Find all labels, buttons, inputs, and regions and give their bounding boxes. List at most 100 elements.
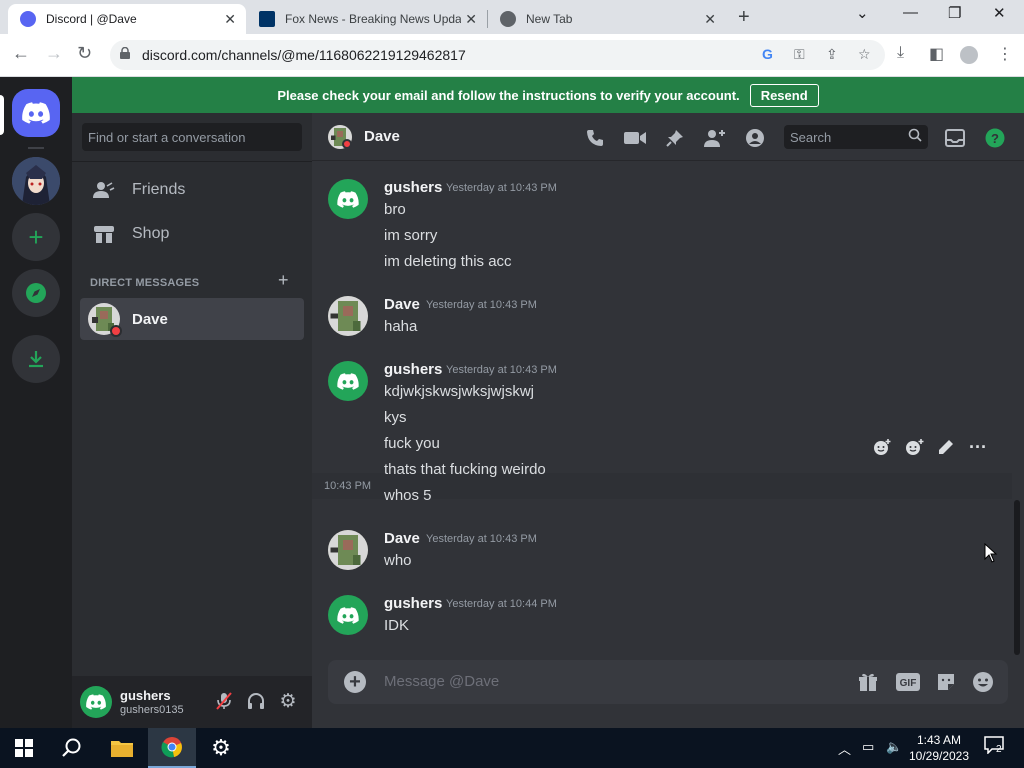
direct-messages-home-button[interactable] bbox=[12, 89, 60, 137]
video-call-icon[interactable] bbox=[624, 127, 646, 149]
close-tab-icon[interactable]: ✕ bbox=[465, 11, 477, 28]
chat-title: Dave bbox=[364, 128, 400, 145]
chrome-menu-icon[interactable]: ⋮ bbox=[997, 44, 1013, 64]
volume-muted-icon[interactable]: 🔈 bbox=[886, 739, 902, 755]
message-author[interactable]: gushers bbox=[384, 361, 442, 378]
explore-servers-button[interactable] bbox=[12, 269, 60, 317]
server-separator bbox=[28, 147, 44, 149]
gif-icon[interactable]: GIF bbox=[896, 670, 920, 694]
message-text: bro bbox=[384, 201, 406, 218]
lock-icon bbox=[120, 47, 130, 59]
add-friends-to-dm-icon[interactable] bbox=[704, 127, 726, 149]
pinned-messages-icon[interactable] bbox=[664, 127, 686, 149]
message-author[interactable]: gushers bbox=[384, 179, 442, 196]
user-profile-icon[interactable] bbox=[744, 127, 766, 149]
svg-text:GIF: GIF bbox=[900, 678, 917, 689]
message-author[interactable]: Dave bbox=[384, 530, 420, 547]
headphones-icon[interactable] bbox=[246, 691, 266, 711]
download-apps-button[interactable] bbox=[12, 335, 60, 383]
add-reaction-icon[interactable] bbox=[898, 434, 930, 460]
avatar bbox=[88, 303, 122, 337]
network-icon[interactable]: ▭ bbox=[862, 739, 874, 755]
side-panel-icon[interactable]: ◧ bbox=[929, 44, 944, 64]
do-not-disturb-status-icon bbox=[342, 139, 352, 149]
find-conversation-button[interactable]: Find or start a conversation bbox=[82, 123, 302, 151]
search-icon bbox=[62, 738, 81, 757]
discord-logo-icon bbox=[22, 102, 50, 124]
add-super-reaction-icon[interactable] bbox=[866, 434, 898, 460]
search-input[interactable]: Search bbox=[784, 125, 928, 149]
sidebar-item-friends[interactable]: Friends bbox=[80, 169, 304, 211]
taskbar-search-button[interactable] bbox=[48, 728, 96, 768]
avatar[interactable] bbox=[328, 179, 368, 219]
sticker-icon[interactable] bbox=[934, 670, 958, 694]
message-author[interactable]: gushers bbox=[384, 595, 442, 612]
anime-character-icon bbox=[12, 157, 60, 205]
start-button[interactable] bbox=[0, 728, 48, 768]
notification-count: 2 bbox=[996, 744, 1002, 755]
help-icon[interactable]: ? bbox=[984, 127, 1006, 149]
more-options-icon[interactable]: ··· bbox=[962, 434, 994, 460]
message-text: haha bbox=[384, 318, 418, 335]
edit-pencil-icon[interactable] bbox=[930, 434, 962, 460]
add-server-button[interactable]: + bbox=[12, 213, 60, 261]
chrome-taskbar-button[interactable] bbox=[148, 728, 196, 768]
tab-discord[interactable]: Discord | @Dave ✕ bbox=[8, 4, 246, 34]
system-clock[interactable]: 1:43 AM 10/29/2023 bbox=[908, 732, 970, 764]
sidebar-item-shop[interactable]: Shop bbox=[80, 213, 304, 255]
avatar[interactable] bbox=[328, 530, 368, 570]
minimize-icon[interactable]: — bbox=[903, 4, 918, 21]
avatar[interactable] bbox=[328, 595, 368, 635]
server-anime-avatar[interactable] bbox=[12, 157, 60, 205]
google-icon[interactable]: G bbox=[762, 46, 773, 62]
tab-new-tab[interactable]: New Tab ✕ bbox=[488, 4, 726, 34]
discord-logo-icon bbox=[337, 606, 359, 624]
message-input-placeholder[interactable]: Message @Dave bbox=[384, 673, 499, 690]
chat-header: Dave Search ? bbox=[312, 113, 1024, 161]
profile-avatar-icon[interactable] bbox=[960, 46, 978, 64]
download-icon[interactable]: ⤓ bbox=[897, 44, 904, 62]
inbox-icon[interactable] bbox=[944, 127, 966, 149]
dm-item-dave[interactable]: Dave bbox=[80, 298, 304, 340]
resend-button[interactable]: Resend bbox=[749, 83, 819, 107]
avatar[interactable] bbox=[328, 361, 368, 401]
close-tab-icon[interactable]: ✕ bbox=[224, 11, 236, 28]
key-icon[interactable]: ⚿ bbox=[794, 46, 805, 63]
user-settings-gear-icon[interactable]: ⚙ bbox=[278, 691, 298, 712]
close-tab-icon[interactable]: ✕ bbox=[704, 11, 716, 28]
emoji-icon[interactable] bbox=[971, 670, 995, 694]
back-icon[interactable]: ← bbox=[12, 43, 30, 64]
bookmark-star-icon[interactable]: ☆ bbox=[858, 46, 871, 63]
message-text: whos 5 bbox=[384, 487, 432, 504]
close-window-icon[interactable]: ✕ bbox=[993, 4, 1006, 22]
new-tab-plus-icon[interactable]: + bbox=[738, 6, 750, 29]
tray-chevron-up-icon[interactable]: ︿ bbox=[838, 739, 851, 758]
file-explorer-button[interactable] bbox=[98, 728, 146, 768]
clock-date: 10/29/2023 bbox=[908, 749, 970, 763]
direct-messages-header: DIRECT MESSAGES bbox=[90, 277, 200, 289]
voice-call-icon[interactable] bbox=[584, 127, 606, 149]
message-composer[interactable]: + Message @Dave GIF bbox=[328, 660, 1008, 704]
share-icon[interactable]: ⇪ bbox=[826, 46, 838, 63]
upload-plus-icon[interactable]: + bbox=[344, 671, 366, 693]
mute-microphone-icon[interactable] bbox=[214, 691, 234, 711]
sidebar-item-label: Friends bbox=[132, 181, 186, 198]
chat-scrollbar[interactable] bbox=[1014, 500, 1020, 655]
windows-logo-icon bbox=[15, 739, 33, 757]
settings-taskbar-button[interactable]: ⚙ bbox=[197, 728, 245, 768]
notification-center-icon[interactable]: 2 bbox=[984, 736, 1004, 756]
tab-search-chevron-icon[interactable]: ⌄ bbox=[856, 4, 869, 22]
mouse-cursor-icon bbox=[984, 543, 998, 563]
reload-icon[interactable]: ↻ bbox=[77, 43, 92, 64]
avatar[interactable] bbox=[328, 296, 368, 336]
message-time: Yesterday at 10:43 PM bbox=[426, 299, 537, 311]
forward-icon[interactable]: → bbox=[45, 43, 63, 64]
restore-icon[interactable]: ❐ bbox=[948, 4, 961, 22]
user-avatar[interactable] bbox=[80, 686, 112, 718]
gift-icon[interactable] bbox=[856, 670, 880, 694]
pixelated-avatar-icon bbox=[328, 530, 368, 570]
message-author[interactable]: Dave bbox=[384, 296, 420, 313]
create-dm-plus-icon[interactable]: + bbox=[278, 270, 289, 291]
address-bar[interactable]: discord.com/channels/@me/116806221912946… bbox=[110, 40, 885, 70]
tab-fox-news[interactable]: Fox News - Breaking News Upda ✕ bbox=[247, 4, 487, 34]
